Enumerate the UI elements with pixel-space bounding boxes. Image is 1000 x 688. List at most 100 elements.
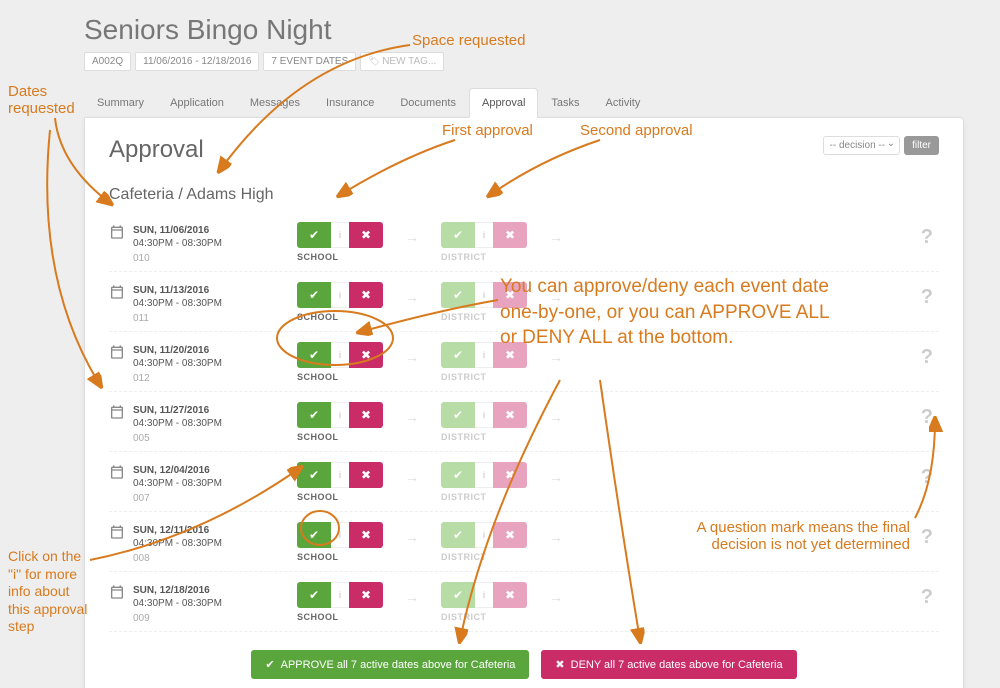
chevron-right-icon: → <box>545 529 567 559</box>
event-tags: A002Q 11/06/2016 - 12/18/2016 7 EVENT DA… <box>84 52 1000 71</box>
info-school-button[interactable]: i <box>331 462 349 488</box>
approval-step-district: ✔i✖DISTRICT <box>441 222 527 262</box>
info-district-button[interactable]: i <box>475 582 493 608</box>
approve-district-button[interactable]: ✔ <box>441 522 475 548</box>
deny-district-button[interactable]: ✖ <box>493 222 527 248</box>
approval-rows: SUN, 11/06/201604:30PM - 08:30PM010✔i✖SC… <box>109 212 939 632</box>
tab-bar: SummaryApplicationMessagesInsuranceDocum… <box>84 87 1000 117</box>
deny-district-button[interactable]: ✖ <box>493 462 527 488</box>
row-date: SUN, 11/13/2016 <box>133 284 222 297</box>
info-school-button[interactable]: i <box>331 342 349 368</box>
check-icon: ✔ <box>309 348 319 362</box>
info-school-button[interactable]: i <box>331 402 349 428</box>
info-district-button[interactable]: i <box>475 342 493 368</box>
approve-school-button[interactable]: ✔ <box>297 222 331 248</box>
approve-school-button[interactable]: ✔ <box>297 402 331 428</box>
info-district-button[interactable]: i <box>475 522 493 548</box>
status-unknown-icon: ? <box>921 466 933 489</box>
deny-district-button[interactable]: ✖ <box>493 282 527 308</box>
info-icon: i <box>483 290 485 300</box>
bulk-approve-label: APPROVE all 7 active dates above for Caf… <box>281 659 516 671</box>
check-icon: ✔ <box>453 288 463 302</box>
calendar-icon <box>109 224 125 265</box>
approve-district-button[interactable]: ✔ <box>441 582 475 608</box>
chevron-right-icon: → <box>545 589 567 619</box>
row-time: 04:30PM - 08:30PM <box>133 417 222 430</box>
info-district-button[interactable]: i <box>475 462 493 488</box>
tab-summary[interactable]: Summary <box>84 88 157 118</box>
row-code: 007 <box>133 492 222 505</box>
tab-approval[interactable]: Approval <box>469 88 538 118</box>
info-school-button[interactable]: i <box>331 222 349 248</box>
approve-school-button[interactable]: ✔ <box>297 342 331 368</box>
step-label: DISTRICT <box>441 372 487 382</box>
chevron-right-icon: → <box>401 469 423 499</box>
info-icon: i <box>339 230 341 240</box>
info-school-button[interactable]: i <box>331 522 349 548</box>
step-label: SCHOOL <box>297 252 339 262</box>
info-district-button[interactable]: i <box>475 282 493 308</box>
x-icon: ✖ <box>361 288 371 302</box>
filter-button[interactable]: filter <box>904 136 939 155</box>
info-district-button[interactable]: i <box>475 402 493 428</box>
deny-school-button[interactable]: ✖ <box>349 582 383 608</box>
info-district-button[interactable]: i <box>475 222 493 248</box>
info-school-button[interactable]: i <box>331 582 349 608</box>
deny-district-button[interactable]: ✖ <box>493 522 527 548</box>
bulk-approve-button[interactable]: ✔ APPROVE all 7 active dates above for C… <box>251 650 529 679</box>
info-icon: i <box>339 590 341 600</box>
tab-insurance[interactable]: Insurance <box>313 88 387 118</box>
approve-school-button[interactable]: ✔ <box>297 582 331 608</box>
approval-step-district: ✔i✖ DISTRICT <box>441 462 527 502</box>
decision-filter-select[interactable]: -- decision -- <box>823 136 901 155</box>
x-icon: ✖ <box>361 468 371 482</box>
deny-school-button[interactable]: ✖ <box>349 462 383 488</box>
deny-school-button[interactable]: ✖ <box>349 522 383 548</box>
deny-district-button[interactable]: ✖ <box>493 582 527 608</box>
tab-messages[interactable]: Messages <box>237 88 313 118</box>
tag-daterange: 11/06/2016 - 12/18/2016 <box>135 52 259 71</box>
page-title: Seniors Bingo Night <box>84 14 1000 46</box>
check-icon: ✔ <box>265 658 274 671</box>
chevron-right-icon: → <box>545 349 567 379</box>
x-icon: ✖ <box>505 408 515 422</box>
status-unknown-icon: ? <box>921 526 933 549</box>
tab-tasks[interactable]: Tasks <box>538 88 592 118</box>
deny-district-button[interactable]: ✖ <box>493 342 527 368</box>
deny-district-button[interactable]: ✖ <box>493 402 527 428</box>
check-icon: ✔ <box>453 528 463 542</box>
deny-school-button[interactable]: ✖ <box>349 402 383 428</box>
new-tag-button[interactable]: NEW TAG... <box>360 52 444 71</box>
approve-school-button[interactable]: ✔ <box>297 282 331 308</box>
approval-step-school: ✔ i ✖ SCHOOL <box>297 222 383 262</box>
row-code: 008 <box>133 552 222 565</box>
bulk-deny-label: DENY all 7 active dates above for Cafete… <box>571 659 783 671</box>
status-unknown-icon: ? <box>921 406 933 429</box>
deny-school-button[interactable]: ✖ <box>349 222 383 248</box>
row-code: 011 <box>133 312 222 325</box>
approve-school-button[interactable]: ✔ <box>297 522 331 548</box>
bulk-deny-button[interactable]: ✖ DENY all 7 active dates above for Cafe… <box>541 650 796 679</box>
approve-district-button[interactable]: ✔ <box>441 282 475 308</box>
row-time: 04:30PM - 08:30PM <box>133 237 222 250</box>
approve-school-button[interactable]: ✔ <box>297 462 331 488</box>
deny-school-button[interactable]: ✖ <box>349 342 383 368</box>
table-row: SUN, 11/27/201604:30PM - 08:30PM005✔i✖SC… <box>109 392 939 452</box>
tab-activity[interactable]: Activity <box>593 88 654 118</box>
approve-district-button[interactable]: ✔ <box>441 342 475 368</box>
info-icon: i <box>483 350 485 360</box>
approve-district-button[interactable]: ✔ <box>441 402 475 428</box>
approval-step-school: ✔i✖SCHOOL <box>297 342 383 382</box>
step-label: DISTRICT <box>441 492 487 502</box>
deny-school-button[interactable]: ✖ <box>349 282 383 308</box>
tab-application[interactable]: Application <box>157 88 237 118</box>
info-icon: i <box>483 590 485 600</box>
tab-documents[interactable]: Documents <box>387 88 469 118</box>
info-school-button[interactable]: i <box>331 282 349 308</box>
chevron-right-icon: → <box>545 229 567 259</box>
table-row: SUN, 11/20/201604:30PM - 08:30PM012✔i✖SC… <box>109 332 939 392</box>
approve-district-button[interactable]: ✔ <box>441 462 475 488</box>
panel-heading: Approval <box>109 136 204 164</box>
approve-district-button[interactable]: ✔ <box>441 222 475 248</box>
approval-panel: Approval -- decision -- filter Cafeteria… <box>84 117 964 688</box>
